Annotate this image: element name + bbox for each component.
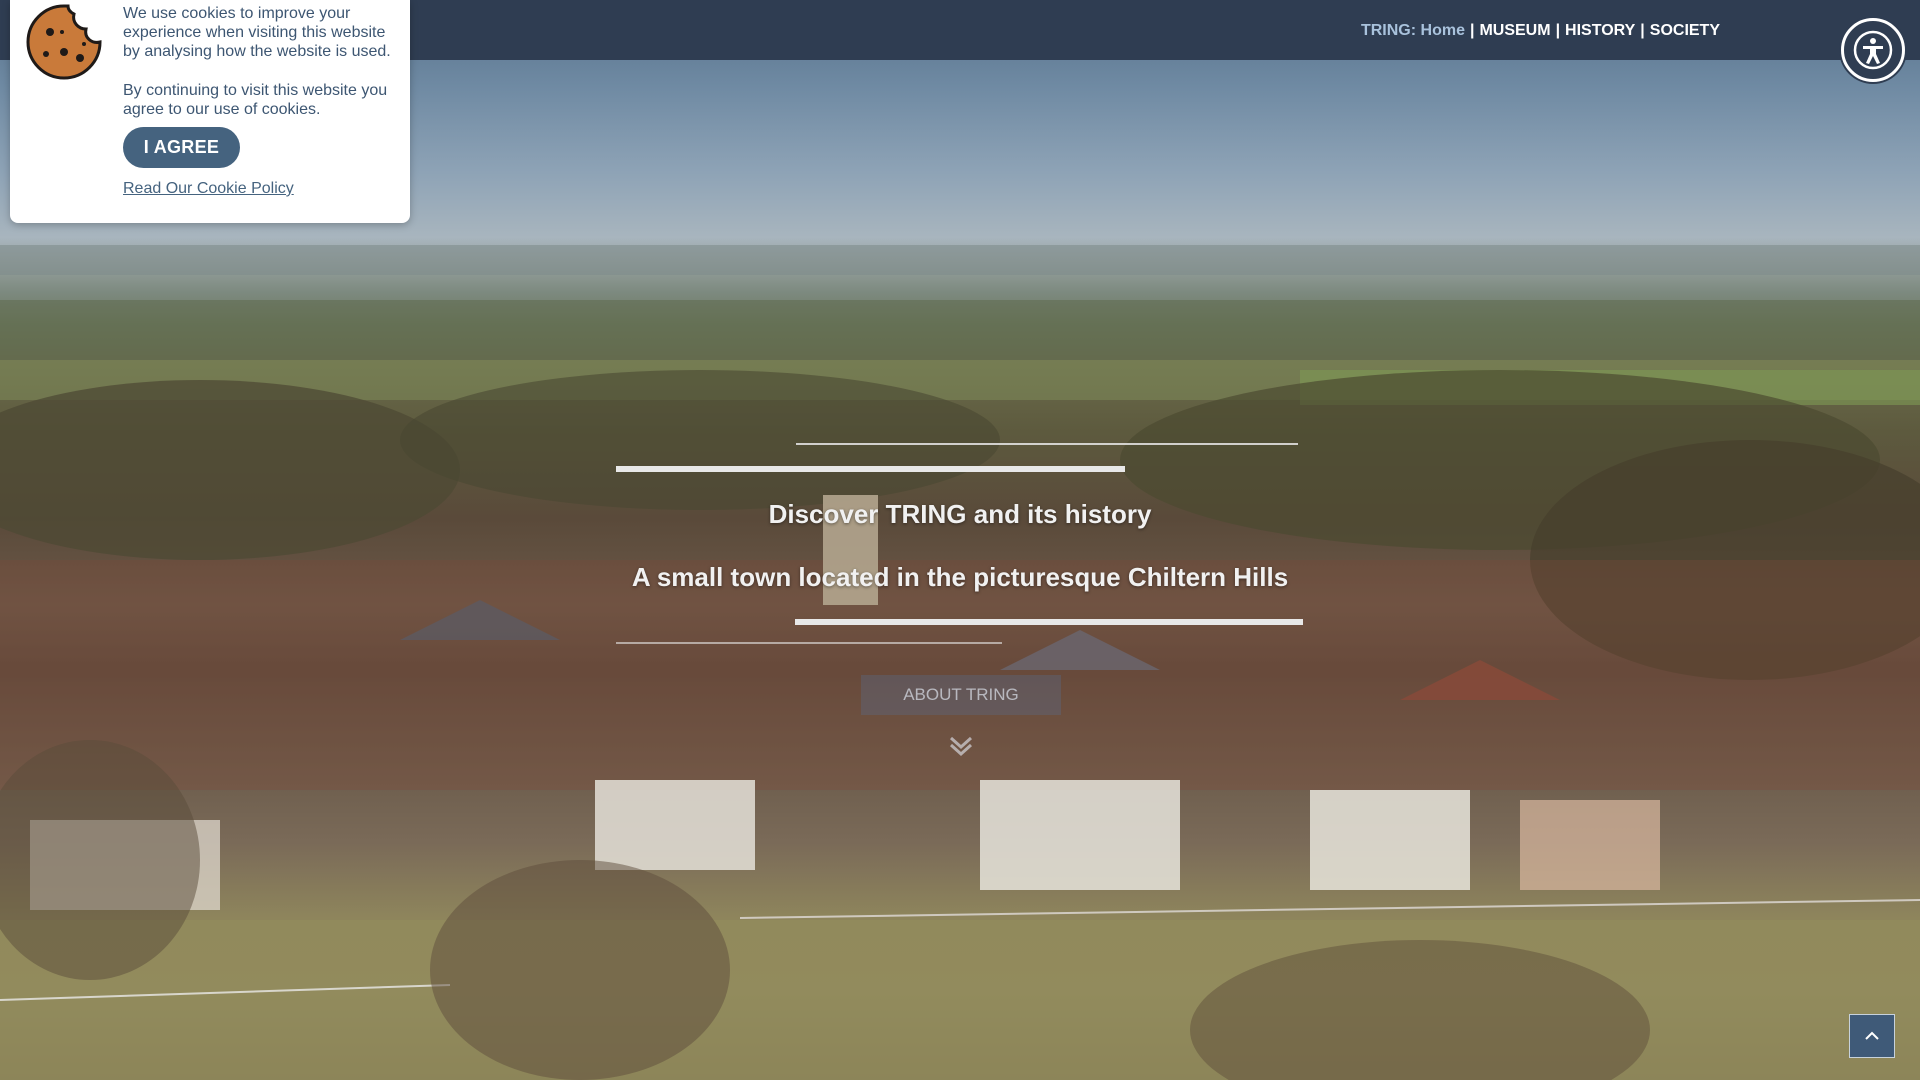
main-navigation: TRING: Home | MUSEUM | HISTORY | SOCIETY bbox=[1361, 22, 1720, 40]
chevron-up-icon bbox=[1865, 1031, 1879, 1040]
cookie-message: We use cookies to improve your experienc… bbox=[123, 4, 403, 139]
accessibility-button[interactable] bbox=[1841, 18, 1905, 82]
nav-item-society[interactable]: SOCIETY bbox=[1650, 22, 1720, 39]
cookie-policy-link[interactable]: Read Our Cookie Policy bbox=[123, 180, 294, 198]
decorative-line bbox=[616, 466, 1125, 472]
nav-separator: | bbox=[1469, 22, 1475, 39]
cookie-icon bbox=[26, 4, 102, 80]
chevron-down-icon bbox=[949, 736, 973, 757]
nav-brand: TRING: Home bbox=[1361, 22, 1465, 39]
decorative-line bbox=[796, 443, 1298, 445]
accessibility-icon bbox=[1853, 30, 1893, 70]
nav-item-museum[interactable]: MUSEUM bbox=[1479, 22, 1550, 39]
decorative-line bbox=[616, 642, 1002, 644]
nav-separator: | bbox=[1640, 22, 1645, 39]
scroll-down-button[interactable] bbox=[946, 730, 976, 760]
agree-button[interactable]: I AGREE bbox=[123, 127, 240, 168]
nav-separator: | bbox=[1555, 22, 1561, 39]
about-tring-button[interactable]: ABOUT TRING bbox=[861, 675, 1061, 715]
nav-brand-prefix: TRING: bbox=[1360, 22, 1417, 39]
cookie-message-paragraph: By continuing to visit this website you … bbox=[123, 82, 388, 118]
back-to-top-button[interactable] bbox=[1849, 1014, 1895, 1058]
decorative-line bbox=[795, 619, 1303, 625]
cookie-message-paragraph: We use cookies to improve your experienc… bbox=[123, 5, 391, 60]
nav-home-link[interactable]: Home bbox=[1421, 22, 1465, 39]
cookie-consent-popup: We use cookies to improve your experienc… bbox=[10, 0, 410, 223]
nav-item-history[interactable]: HISTORY bbox=[1565, 22, 1635, 39]
hero-title: Discover TRING and its history bbox=[768, 499, 1152, 529]
hero-subtitle: A small town located in the picturesque … bbox=[631, 562, 1289, 592]
